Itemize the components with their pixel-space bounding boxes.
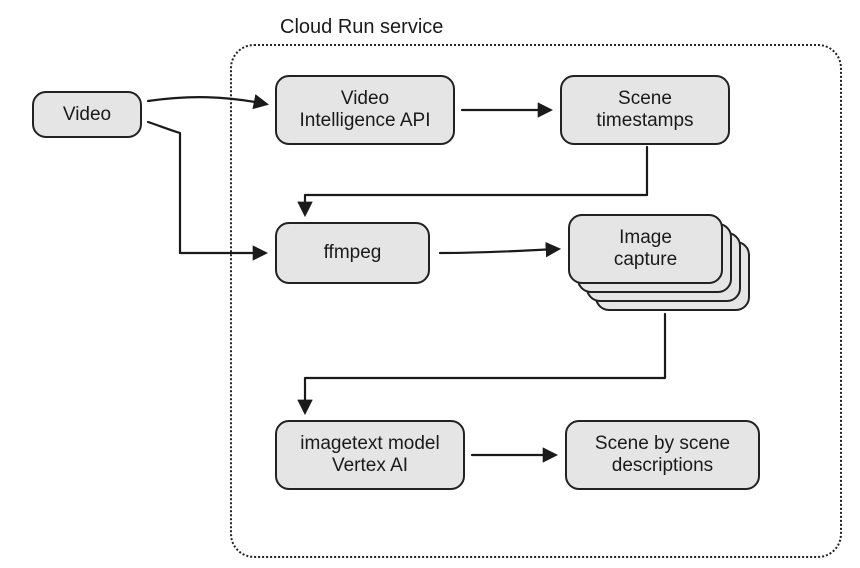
node-scene-timestamps: Scenetimestamps <box>560 75 730 145</box>
node-scene-ts-label: Scenetimestamps <box>596 88 693 132</box>
container-label: Cloud Run service <box>280 16 443 39</box>
node-imagetext-vertex-ai: imagetext modelVertex AI <box>275 420 465 490</box>
node-video-intelligence-api: VideoIntelligence API <box>275 75 455 145</box>
node-video: Video <box>32 91 142 138</box>
node-image-capture: Imagecapture <box>568 214 723 284</box>
node-video-intel-label: VideoIntelligence API <box>300 88 431 132</box>
node-scene-descriptions: Scene by scenedescriptions <box>565 420 760 490</box>
node-ffmpeg: ffmpeg <box>275 222 430 284</box>
node-video-label: Video <box>63 104 111 126</box>
node-scene-desc-label: Scene by scenedescriptions <box>595 433 730 477</box>
node-ffmpeg-label: ffmpeg <box>324 242 382 264</box>
diagram-canvas: Cloud Run service Video VideoIntelligenc… <box>0 0 860 568</box>
node-imagetext-label: imagetext modelVertex AI <box>300 433 439 477</box>
node-image-capture-label: Imagecapture <box>614 227 677 271</box>
